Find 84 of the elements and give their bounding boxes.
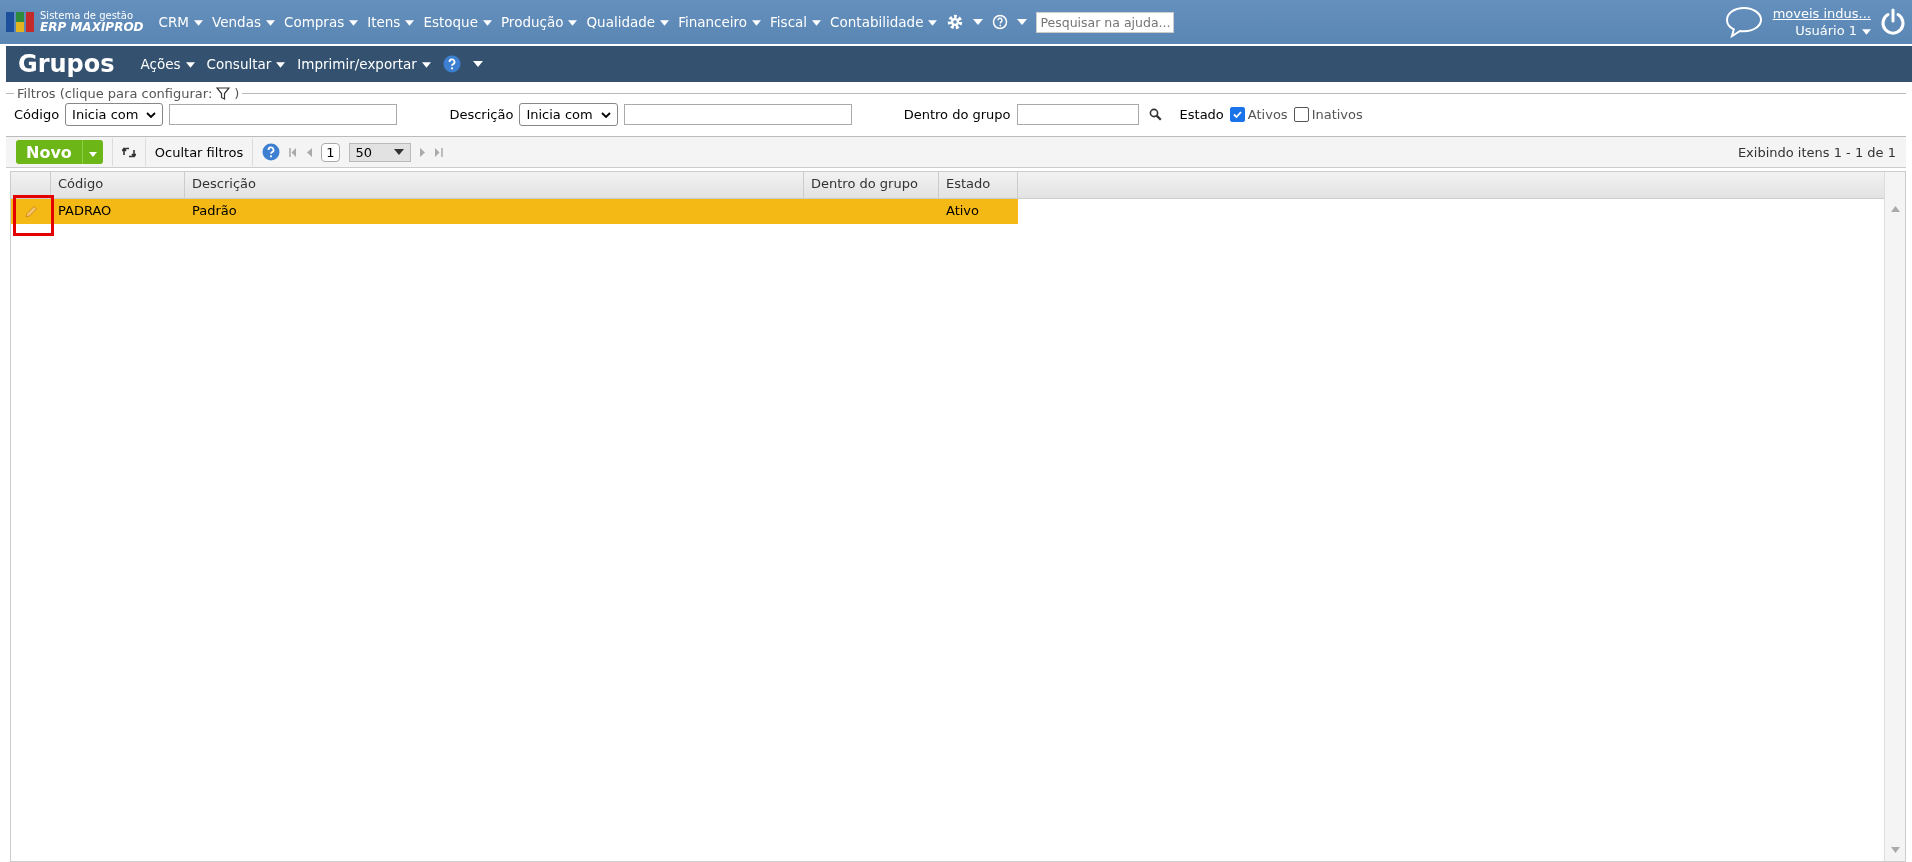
- menu-item[interactable]: Produção: [500, 14, 578, 30]
- filter-label: Código: [14, 107, 60, 122]
- menu-item[interactable]: Vendas: [212, 14, 275, 30]
- page-number[interactable]: 1: [321, 142, 340, 162]
- page-title: Grupos: [18, 50, 115, 78]
- help-icon[interactable]: [442, 55, 461, 73]
- action-menu[interactable]: Ações: [140, 56, 195, 72]
- highlight-box: [13, 195, 54, 236]
- filter-field[interactable]: [1016, 104, 1139, 125]
- search-icon[interactable]: [1148, 108, 1162, 121]
- checkbox-label: Ativos: [1247, 107, 1288, 122]
- help-icon[interactable]: [992, 14, 1009, 30]
- next-page-icon[interactable]: [420, 147, 427, 157]
- page-size-select[interactable]: 50: [348, 142, 412, 162]
- table-row[interactable]: PADRAO Padrão Ativo: [11, 199, 1018, 224]
- action-menu[interactable]: Imprimir/exportar: [297, 56, 431, 72]
- caret-icon[interactable]: [472, 61, 483, 67]
- menu-item[interactable]: CRM: [158, 14, 204, 30]
- scroll-down-icon[interactable]: [1890, 847, 1900, 853]
- menu-item[interactable]: Itens: [367, 14, 415, 30]
- caret-icon: [752, 20, 762, 26]
- items-summary: Exibindo itens 1 - 1 de 1: [1737, 144, 1896, 160]
- action-menu[interactable]: Consultar: [206, 56, 286, 72]
- scroll-up-icon[interactable]: [1890, 206, 1900, 212]
- refresh-icon[interactable]: [121, 145, 136, 159]
- user-menu[interactable]: Usuário 1: [1795, 23, 1871, 38]
- caret-icon: [194, 20, 204, 26]
- caret-icon: [394, 149, 405, 155]
- caret-icon[interactable]: [1017, 19, 1028, 25]
- settings-icon[interactable]: [946, 13, 965, 31]
- menu-item[interactable]: Fiscal: [770, 14, 822, 30]
- app-subtitle: Sistema de gestão: [40, 9, 133, 21]
- column-header[interactable]: Descrição: [185, 172, 804, 198]
- caret-icon: [812, 20, 822, 26]
- table-cell: Padrão: [192, 203, 237, 218]
- filter-label: Descrição: [449, 107, 514, 122]
- checkbox-label: Inativos: [1311, 107, 1363, 122]
- previous-page-icon[interactable]: [306, 147, 313, 157]
- power-icon[interactable]: [1880, 8, 1906, 36]
- menu-item[interactable]: Financeiro: [678, 14, 762, 30]
- caret-icon: [1862, 28, 1871, 35]
- menu-item[interactable]: Estoque: [423, 14, 492, 30]
- caret-icon: [185, 62, 195, 68]
- chevron-icon: [600, 111, 611, 118]
- caret-icon: [928, 20, 938, 26]
- column-header[interactable]: Código: [51, 172, 185, 198]
- menu-item[interactable]: Contabilidade: [830, 14, 938, 30]
- caret-icon: [88, 151, 97, 157]
- checkbox[interactable]: [1229, 107, 1245, 122]
- caret-icon: [405, 20, 415, 26]
- column-header[interactable]: Dentro do grupo: [804, 172, 939, 198]
- table-cell: Ativo: [946, 203, 980, 218]
- caret-icon: [660, 20, 670, 26]
- chevron-icon: [146, 111, 157, 118]
- caret-icon: [349, 20, 359, 26]
- help-icon[interactable]: [262, 143, 281, 161]
- scrollbar[interactable]: [1884, 172, 1905, 861]
- menu-item[interactable]: Qualidade: [586, 14, 670, 30]
- logo-icon: [6, 10, 34, 34]
- match-select[interactable]: Inicia com: [519, 103, 618, 126]
- hide-filters-button[interactable]: Ocultar filtros: [154, 144, 244, 160]
- check-icon: [1231, 109, 1243, 120]
- help-search-field[interactable]: Pesquisar na ajuda...: [1036, 11, 1175, 33]
- caret-icon: [421, 62, 431, 68]
- caret-icon: [276, 62, 286, 68]
- filter-label: Dentro do grupo: [903, 107, 1011, 122]
- caret-icon: [568, 20, 578, 26]
- menu-item[interactable]: Compras: [283, 14, 359, 30]
- filters-legend-end: ): [234, 86, 240, 101]
- match-select[interactable]: Inicia com: [65, 103, 164, 126]
- filters-legend[interactable]: Filtros (clique para configurar:: [17, 86, 213, 101]
- column-header[interactable]: Estado: [939, 172, 1018, 198]
- caret-icon: [482, 20, 492, 26]
- checkbox[interactable]: [1293, 107, 1309, 122]
- table-cell: PADRAO: [58, 203, 112, 218]
- last-page-icon[interactable]: [435, 147, 444, 157]
- filter-field[interactable]: [169, 104, 398, 125]
- caret-icon[interactable]: [973, 19, 984, 25]
- chat-icon[interactable]: [1723, 5, 1764, 39]
- caret-icon: [265, 20, 275, 26]
- filter-label: Estado: [1179, 107, 1224, 122]
- filter-icon[interactable]: [216, 87, 231, 100]
- filter-field[interactable]: [623, 104, 852, 125]
- first-page-icon[interactable]: [289, 147, 298, 157]
